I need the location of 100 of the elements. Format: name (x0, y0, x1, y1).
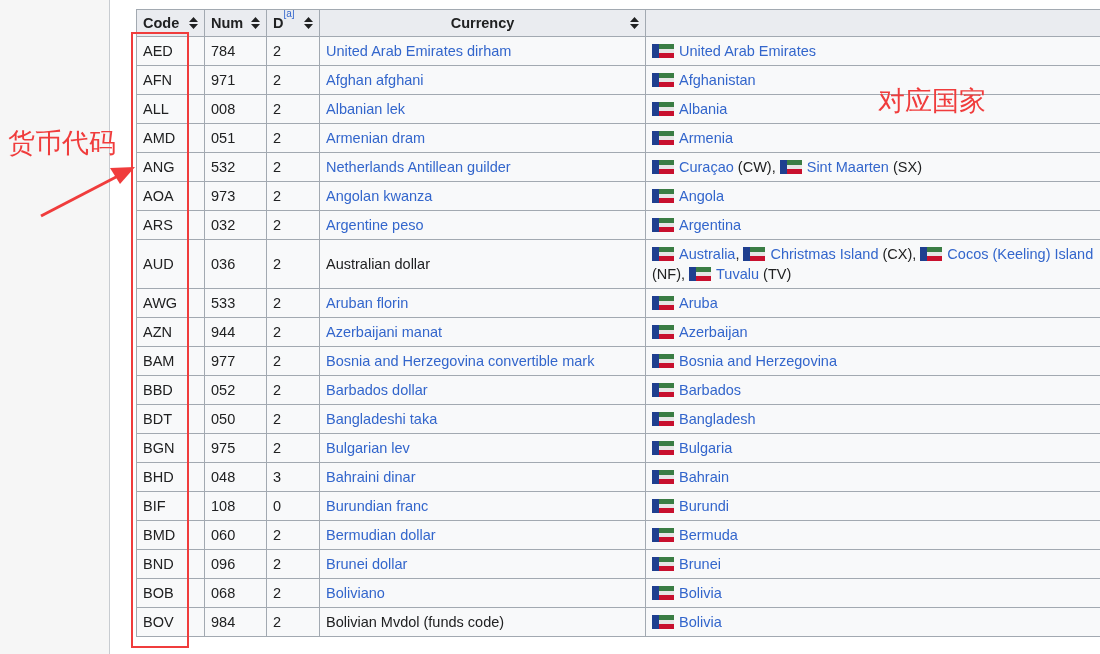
decimals-cell: 2 (266, 520, 320, 550)
code-cell: ARS (136, 210, 205, 240)
currency-link[interactable]: Bahraini dinar (326, 469, 416, 485)
decimals-cell: 3 (266, 462, 320, 492)
number-cell: 052 (204, 375, 267, 405)
number-cell: 984 (204, 607, 267, 637)
decimals-cell: 2 (266, 375, 320, 405)
code-cell: BAM (136, 346, 205, 376)
country-link[interactable]: Argentina (679, 217, 742, 233)
decimals-cell: 2 (266, 36, 320, 66)
column-header[interactable]: Currency (319, 9, 646, 37)
decimals-cell: 2 (266, 578, 320, 608)
flag-icon (652, 218, 674, 232)
flag-icon (652, 470, 674, 484)
code-cell: AUD (136, 239, 205, 289)
country-link[interactable]: Burundi (679, 498, 729, 514)
location-note: (CX), (881, 246, 917, 262)
code-cell: AWG (136, 288, 205, 318)
number-cell: 051 (204, 123, 267, 153)
column-header[interactable]: Code (136, 9, 205, 37)
currency-link[interactable]: Aruban florin (326, 295, 409, 311)
country-link[interactable]: United Arab Emirates (679, 43, 816, 59)
country-link[interactable]: Bolivia (679, 585, 722, 601)
number-cell: 068 (204, 578, 267, 608)
currency-link[interactable]: Azerbaijani manat (326, 324, 443, 340)
number-cell: 036 (204, 239, 267, 289)
decimals-cell: 2 (266, 317, 320, 347)
column-header[interactable]: Num (204, 9, 267, 37)
currency-link[interactable]: Brunei dollar (326, 556, 408, 572)
sort-icon[interactable] (189, 17, 198, 29)
annotation-label: 货币代码 (8, 130, 116, 157)
decimals-cell: 2 (266, 65, 320, 95)
country-link[interactable]: Angola (679, 188, 725, 204)
country-link[interactable]: Sint Maarten (806, 159, 889, 175)
currency-link[interactable]: Burundian franc (326, 498, 429, 514)
number-cell: 977 (204, 346, 267, 376)
number-cell: 008 (204, 94, 267, 124)
decimals-cell: 2 (266, 549, 320, 579)
code-cell: BOV (136, 607, 205, 637)
currency-link[interactable]: Argentine peso (326, 217, 424, 233)
currency-name: Bolivian Mvdol (funds code) (326, 614, 505, 630)
country-link[interactable]: Aruba (679, 295, 718, 311)
sort-icon[interactable] (630, 17, 639, 29)
location-note: (CW), (736, 159, 776, 175)
country-link[interactable]: Christmas Island (770, 246, 879, 262)
code-cell: ALL (136, 94, 205, 124)
code-cell: BIF (136, 491, 205, 521)
flag-icon (779, 160, 802, 174)
code-cell: BHD (136, 462, 205, 492)
country-link[interactable]: Bangladesh (679, 411, 756, 427)
currency-link[interactable]: Bangladeshi taka (326, 411, 438, 427)
code-cell: AFN (136, 65, 205, 95)
decimals-cell: 2 (266, 404, 320, 434)
sort-icon[interactable] (304, 17, 313, 29)
country-link[interactable]: Bulgaria (679, 440, 733, 456)
country-link[interactable]: Australia (679, 246, 736, 262)
decimals-cell: 2 (266, 152, 320, 182)
flag-icon (920, 247, 943, 261)
number-cell: 533 (204, 288, 267, 318)
country-link[interactable]: Cocos (Keeling) Island (947, 246, 1094, 262)
footnote-link[interactable]: [a] (283, 10, 295, 20)
code-cell: BDT (136, 404, 205, 434)
code-cell: BMD (136, 520, 205, 550)
currency-link[interactable]: Albanian lek (326, 101, 405, 117)
code-cell: BBD (136, 375, 205, 405)
number-cell: 971 (204, 65, 267, 95)
country-link[interactable]: Barbados (679, 382, 742, 398)
number-cell: 108 (204, 491, 267, 521)
country-link[interactable]: Armenia (679, 130, 733, 146)
decimals-cell: 2 (266, 181, 320, 211)
currency-link[interactable]: Bermudian dollar (326, 527, 436, 543)
country-link[interactable]: Tuvalu (716, 266, 760, 282)
country-link[interactable]: Bermuda (679, 527, 738, 543)
code-cell: AMD (136, 123, 205, 153)
decimals-cell: 2 (266, 239, 320, 289)
country-link[interactable]: Bahrain (679, 469, 729, 485)
country-link[interactable]: Brunei (679, 556, 721, 572)
country-link[interactable]: Bolivia (679, 614, 722, 630)
sort-icon[interactable] (251, 17, 260, 29)
country-link[interactable]: Curaçao (679, 159, 734, 175)
currency-link[interactable]: Barbados dollar (326, 382, 428, 398)
country-link[interactable]: Bosnia and Herzegovina (679, 353, 837, 369)
currency-link[interactable]: Armenian dram (326, 130, 426, 146)
code-cell: AED (136, 36, 205, 66)
currency-name: Australian dollar (326, 256, 430, 272)
country-link[interactable]: Albania (679, 101, 728, 117)
currency-link[interactable]: Angolan kwanza (326, 188, 433, 204)
country-link[interactable]: Afghanistan (679, 72, 756, 88)
currency-link[interactable]: Afghan afghani (326, 72, 424, 88)
flag-icon (689, 267, 712, 281)
decimals-cell: 2 (266, 94, 320, 124)
code-cell: BGN (136, 433, 205, 463)
country-link[interactable]: Azerbaijan (679, 324, 748, 340)
flag-icon (743, 247, 766, 261)
currency-link[interactable]: Bulgarian lev (326, 440, 410, 456)
currency-link[interactable]: Boliviano (326, 585, 385, 601)
flag-icon (652, 160, 674, 174)
column-header[interactable]: D $^{[a]}$ (266, 9, 320, 37)
flag-icon (652, 586, 674, 600)
flag-icon (652, 412, 674, 426)
